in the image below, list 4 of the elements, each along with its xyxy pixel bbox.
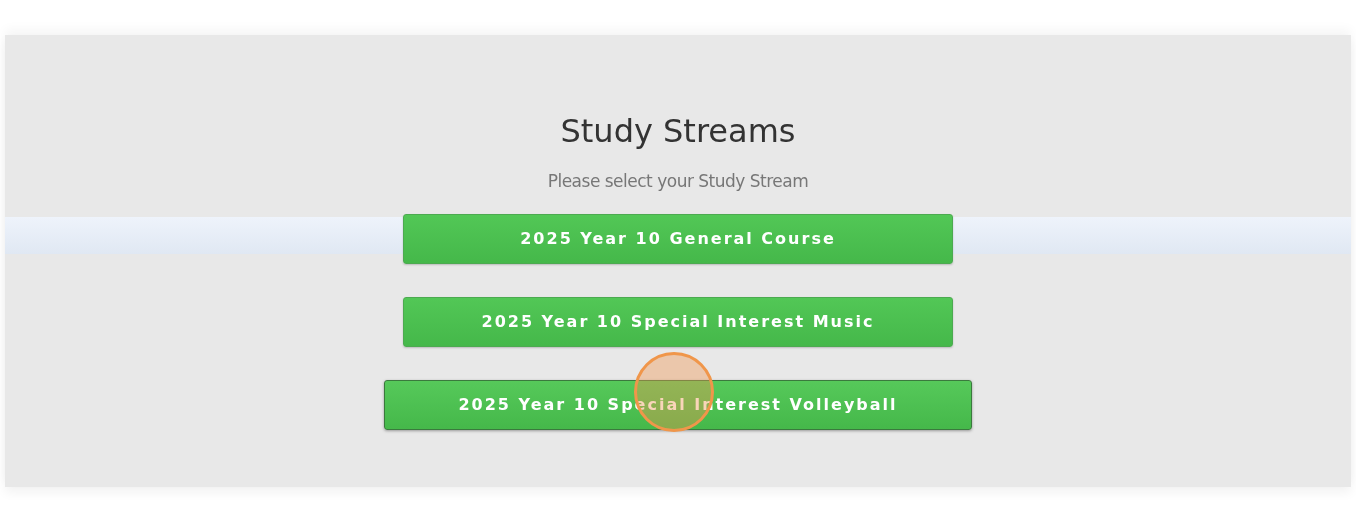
page-heading: Study Streams [560,111,796,151]
instruction-text: Please select your Study Stream [547,170,809,192]
stream-button[interactable]: 2025 Year 10 Special Interest Music [403,297,953,347]
stream-button[interactable]: 2025 Year 10 General Course [403,214,953,264]
